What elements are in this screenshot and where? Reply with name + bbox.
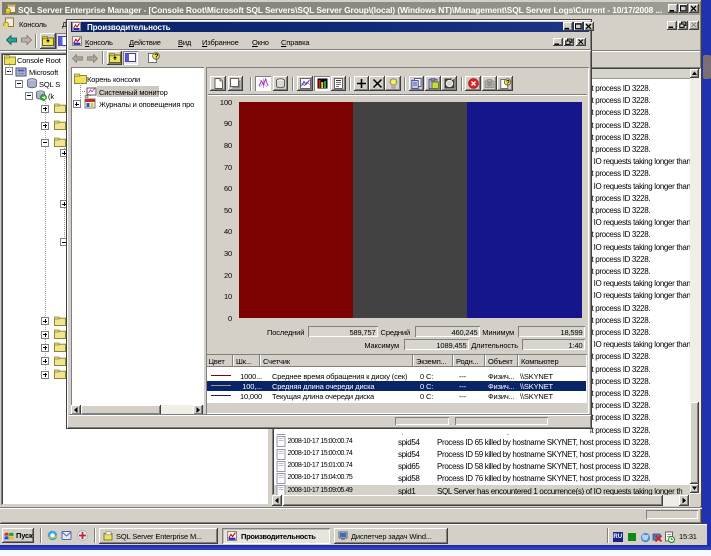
- svg-text:?: ?: [154, 54, 158, 61]
- svg-text:?: ?: [505, 80, 509, 87]
